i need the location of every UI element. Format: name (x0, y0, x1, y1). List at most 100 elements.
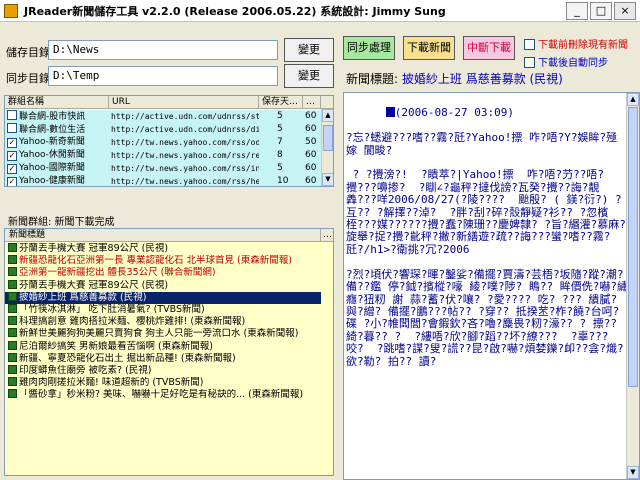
table-row[interactable]: 聯合網-數位生活 http://active.udn.com/udnrss/dig… (5, 123, 321, 136)
column-header-url[interactable]: URL (109, 96, 259, 109)
feed-extra-cell: 50 (305, 137, 317, 147)
auto-sync-checkbox[interactable] (524, 57, 535, 68)
list-item[interactable]: 芬蘭丟手機大賽 冠軍89公尺 (民視) (5, 279, 321, 292)
news-item-title: 新疆恐龍化石亞洲第一長 專業認龍化石 北半球首見 (東森新聞報) (19, 255, 292, 267)
feed-extra-cell: 60 (305, 163, 317, 173)
download-news-button[interactable]: 下載新聞 (403, 36, 455, 60)
list-item[interactable]: 雞肉肉剛搓拉米麵! 味道超新的 (TVBS新聞) (5, 377, 321, 389)
feed-enable-checkbox[interactable] (7, 123, 17, 133)
news-title-display: 新聞標題: 披婚紗上班 爲慈善募款 (民視) (346, 70, 563, 87)
feed-url-cell: http://tw.news.yahoo.com/rss/internati… (111, 164, 259, 173)
stop-download-button[interactable]: 中斷下載 (463, 36, 515, 60)
sync-dir-input[interactable]: D:\Temp (48, 66, 278, 86)
feed-table-header: 群組名稱 URL 保存天… … (5, 96, 333, 109)
list-item-selected[interactable]: 披婚紗上班 爲慈善募款 (民視) (5, 291, 321, 304)
scroll-down-arrow-icon[interactable]: ▼ (322, 173, 333, 186)
list-item[interactable]: 芬蘭丟手機大賽 冠軍89公尺 (民視) (5, 243, 321, 255)
list-item[interactable]: 新疆恐龍化石亞洲第一長 專業認龍化石 北半球首見 (東森新聞報) (5, 255, 321, 267)
news-item-title: 新鮮世美麗狗狗美麗只賣狗食 狗主人只能一旁流口水 (東森新聞報) (19, 328, 299, 340)
delete-before-download-checkbox[interactable] (524, 39, 535, 50)
feed-days-cell: 5 (277, 124, 283, 134)
feed-name: Yahoo-新奇新聞 (19, 137, 85, 147)
sync-dir-change-button[interactable]: 變更 (284, 64, 334, 88)
maximize-button[interactable]: □ (590, 2, 612, 20)
feed-enable-checkbox[interactable]: ✓ (7, 164, 17, 174)
content-scroll-up-arrow-icon[interactable]: ▲ (627, 93, 639, 106)
list-item[interactable]: 新鮮世美麗狗狗美麗只賣狗食 狗主人只能一旁流口水 (東森新聞報) (5, 328, 321, 340)
news-item-icon (8, 352, 17, 362)
news-item-title: 科理搞創意 雞肉搭拉米麵、櫻桃炸雞排! (東森新聞報) (19, 316, 246, 328)
minimize-button[interactable]: _ (566, 2, 588, 20)
sync-process-button[interactable]: 同步處理 (343, 36, 395, 60)
list-item[interactable]: 科理搞創意 雞肉搭拉米麵、櫻桃炸雞排! (東森新聞報) (5, 316, 321, 328)
column-header-keep-days[interactable]: 保存天… (259, 96, 303, 109)
table-row[interactable]: ✓ Yahoo-國際新聞 http://tw.news.yahoo.com/rss/… (5, 162, 321, 175)
column-header-news-extra[interactable]: … (323, 229, 333, 242)
news-item-title: 芬蘭丟手機大賽 冠軍89公尺 (民視) (19, 279, 169, 291)
auto-sync-option[interactable]: 下載後自動同步 (524, 54, 608, 70)
delete-before-download-option[interactable]: 下載前刪除現有新聞 (524, 36, 628, 52)
scroll-thumb[interactable] (323, 125, 333, 151)
news-date: (2006-08-27 03:09) (394, 106, 514, 120)
store-dir-change-button[interactable]: 變更 (284, 38, 334, 62)
content-scroll-thumb[interactable] (628, 107, 638, 387)
column-header-extra[interactable]: … (303, 96, 321, 109)
bullet-block-icon (385, 107, 395, 118)
news-item-icon (8, 316, 17, 326)
column-header-group-name[interactable]: 群組名稱 (5, 96, 109, 109)
content-scroll-down-arrow-icon[interactable]: ▼ (627, 466, 639, 479)
news-item-icon (8, 304, 17, 313)
table-row[interactable]: ✓ Yahoo-休閒新聞 http://tw.news.yahoo.com/rss/… (5, 149, 321, 162)
news-title-label: 新聞標題: (346, 72, 399, 86)
store-dir-input[interactable]: D:\News (48, 40, 278, 60)
table-row[interactable]: 聯合網-股市快訊 http://active.udn.com/udnrss/stk… (5, 110, 321, 123)
news-list[interactable]: 新聞標題 … 芬蘭丟手機大賽 冠軍89公尺 (民視) 新疆恐龍化石亞洲第一長 專業… (4, 228, 334, 476)
window-title: JReader新聞儲存工具 v2.2.0 (Release 2006.05.22… (24, 5, 446, 18)
news-item-icon (8, 267, 17, 277)
feed-days-cell: 10 (277, 176, 289, 186)
feed-enable-checkbox[interactable]: ✓ (7, 177, 17, 186)
scroll-up-arrow-icon[interactable]: ▲ (322, 109, 333, 122)
feed-name: Yahoo-健康新聞 (19, 176, 85, 186)
table-row[interactable]: ✓ Yahoo-健康新聞 http://tw.news.yahoo.com/rss/… (5, 175, 321, 186)
feed-url-cell: http://active.udn.com/udnrss/digilife.x… (111, 125, 259, 134)
feed-table-scrollbar[interactable]: ▲ ▼ (321, 109, 333, 186)
list-item[interactable]: 「醬砂拿」秒米粉? 美味、嚇嚇十足好吃是有秘訣的... (東森新聞報) (5, 389, 321, 401)
news-title-value: 披婚紗上班 爲慈善募款 (民視) (401, 72, 563, 86)
news-item-title: 「竹筷冰淇淋」 吃下肚消暑氣? (TVBS新聞) (19, 304, 205, 315)
delete-before-download-label: 下載前刪除現有新聞 (538, 40, 628, 51)
list-item[interactable]: 尼泊爾紗搞笑 男新娘最看苦惱啊 (東森新聞報) (5, 340, 321, 353)
feed-name-cell: ✓ Yahoo-健康新聞 (7, 175, 109, 186)
news-item-icon (8, 365, 17, 374)
feed-extra-cell: 60 (305, 176, 317, 186)
news-item-title: 印度蟒魚住廟旁 被吃素? (民視) (19, 365, 152, 376)
news-item-icon (8, 328, 17, 338)
feed-group-table[interactable]: 群組名稱 URL 保存天… … 聯合網-股市快訊 http://active.ud… (4, 95, 334, 187)
news-item-title: 亞洲第一龍新疆挖出 體長35公尺 (聯合新聞網) (19, 267, 216, 279)
list-item[interactable]: 新疆、寧夏恐龍化石出土 掘出新品種! (東森新聞報) (5, 352, 321, 365)
list-item[interactable]: 「竹筷冰淇淋」 吃下肚消暑氣? (TVBS新聞) (5, 304, 321, 316)
feed-url-cell: http://tw.news.yahoo.com/rss/health (111, 177, 259, 186)
feed-enable-checkbox[interactable]: ✓ (7, 151, 17, 161)
feed-name: Yahoo-國際新聞 (19, 163, 85, 173)
feed-extra-cell: 60 (305, 111, 317, 121)
list-item[interactable]: 印度蟒魚住廟旁 被吃素? (民視) (5, 365, 321, 377)
title-bar[interactable]: JReader新聞儲存工具 v2.2.0 (Release 2006.05.22… (0, 0, 640, 22)
feed-enable-checkbox[interactable] (7, 110, 17, 120)
news-item-icon (8, 255, 17, 265)
news-content-viewer[interactable]: (2006-08-27 03:09) ?忘?蟋避???嗜??霧?瓩?Yahoo!… (343, 92, 640, 480)
news-item-icon (8, 291, 17, 301)
content-scrollbar[interactable]: ▲ ▼ (626, 93, 639, 479)
feed-name-cell: 聯合網-股市快訊 (7, 110, 109, 123)
feed-enable-checkbox[interactable]: ✓ (7, 138, 17, 148)
column-header-news-title[interactable]: 新聞標題 (5, 229, 321, 242)
store-dir-label: 儲存目錄: (6, 46, 54, 59)
feed-days-cell: 5 (277, 111, 283, 121)
news-item-icon (8, 377, 17, 387)
app-icon (4, 4, 18, 18)
close-button[interactable]: × (614, 2, 636, 20)
table-row[interactable]: ✓ Yahoo-新奇新聞 http://tw.news.yahoo.com/rss/… (5, 136, 321, 149)
news-item-title: 尼泊爾紗搞笑 男新娘最看苦惱啊 (東森新聞報) (19, 340, 213, 352)
list-item[interactable]: 亞洲第一龍新疆挖出 體長35公尺 (聯合新聞網) (5, 267, 321, 279)
news-item-icon (8, 389, 17, 399)
